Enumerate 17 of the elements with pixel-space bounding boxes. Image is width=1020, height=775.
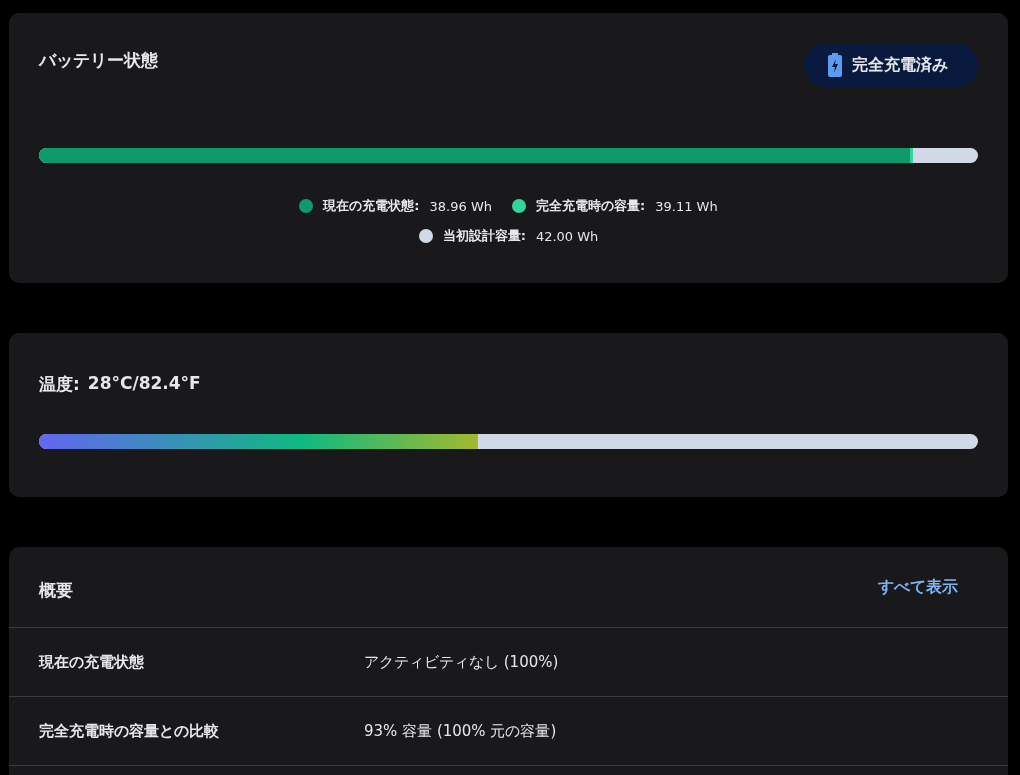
show-all-link[interactable]: すべて表示	[878, 576, 958, 598]
row-label: 完全充電時の容量との比較	[39, 721, 220, 741]
row-value: アクティビティなし (100%)	[364, 652, 559, 672]
legend-label: 当初設計容量:	[442, 227, 526, 245]
battery-icon	[828, 53, 842, 77]
card-title: バッテリー状態	[39, 49, 158, 72]
temperature-label: 温度:	[39, 373, 80, 396]
temperature-value: 28°C/82.4°F	[87, 373, 201, 395]
status-badge: 完全充電済み	[804, 43, 978, 87]
legend-label: 現在の充電状態:	[323, 197, 420, 215]
legend-value: 39.11 Wh	[655, 198, 718, 214]
row-value: 93% 容量 (100% 元の容量)	[364, 721, 557, 741]
legend-value: 42.00 Wh	[535, 228, 599, 244]
row-label: 現在の充電状態	[39, 652, 145, 672]
card-title: 概要	[39, 578, 73, 602]
legend-label: 完全充電時の容量:	[536, 197, 646, 215]
legend-value: 38.96 Wh	[429, 198, 492, 214]
